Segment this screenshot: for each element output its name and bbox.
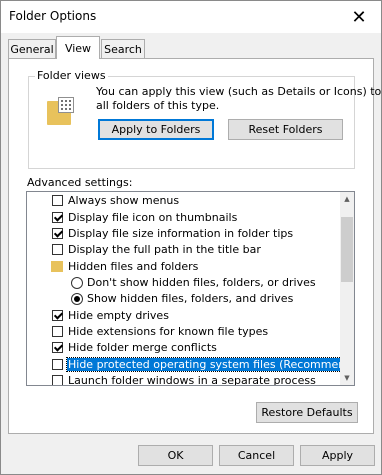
tab-search-label: Search bbox=[104, 43, 142, 56]
tab-view-label: View bbox=[64, 41, 92, 55]
file-icon-thumbnails-checkbox[interactable] bbox=[52, 212, 63, 223]
file-icon-thumbnails-label: Display file icon on thumbnails bbox=[68, 211, 238, 224]
reset-folders-button[interactable]: Reset Folders bbox=[228, 119, 343, 140]
setting-hide-empty-drives[interactable]: Hide empty drives bbox=[27, 308, 340, 324]
file-size-info-label: Display file size information in folder … bbox=[68, 227, 294, 240]
full-path-title-bar-label: Display the full path in the title bar bbox=[68, 243, 261, 256]
reset-folders-label: Reset Folders bbox=[248, 123, 323, 136]
apply-to-folders-label: Apply to Folders bbox=[111, 123, 201, 136]
vertical-scrollbar[interactable]: ▲ ▼ bbox=[340, 192, 354, 385]
window-title: Folder Options bbox=[9, 9, 97, 23]
restore-defaults-label: Restore Defaults bbox=[261, 406, 353, 419]
dont-show-hidden-radio[interactable] bbox=[71, 277, 83, 289]
scroll-up-arrow-icon[interactable]: ▲ bbox=[340, 192, 354, 206]
setting-hide-protected-os-files[interactable]: Hide protected operating system files (R… bbox=[27, 357, 354, 373]
hide-protected-os-files-label: Hide protected operating system files (R… bbox=[65, 357, 354, 372]
launch-separate-process-label: Launch folder windows in a separate proc… bbox=[68, 374, 316, 386]
advanced-settings-label: Advanced settings: bbox=[27, 176, 133, 189]
hide-extensions-label: Hide extensions for known file types bbox=[68, 325, 269, 338]
full-path-title-bar-checkbox[interactable] bbox=[52, 244, 63, 255]
apply-button[interactable]: Apply bbox=[300, 445, 375, 466]
restore-defaults-button[interactable]: Restore Defaults bbox=[256, 402, 358, 423]
folder-options-dialog: Folder Options ✕ General View Search Fol… bbox=[0, 0, 382, 475]
advanced-settings-list[interactable]: Always show menus Display file icon on t… bbox=[26, 191, 355, 386]
cancel-button[interactable]: Cancel bbox=[219, 445, 294, 466]
hide-empty-drives-checkbox[interactable] bbox=[52, 310, 63, 321]
setting-file-icon-thumbnails[interactable]: Display file icon on thumbnails bbox=[27, 210, 340, 226]
file-size-info-checkbox[interactable] bbox=[52, 228, 63, 239]
cancel-label: Cancel bbox=[237, 449, 276, 462]
folder-views-description-line1: You can apply this view (such as Details… bbox=[96, 85, 382, 98]
launch-separate-process-checkbox[interactable] bbox=[52, 375, 63, 385]
scroll-thumb[interactable] bbox=[341, 217, 353, 282]
folder-views-label: Folder views bbox=[35, 69, 108, 82]
hide-merge-conflicts-checkbox[interactable] bbox=[52, 342, 63, 353]
title-bar: Folder Options ✕ bbox=[1, 1, 381, 33]
folder-view-icon bbox=[47, 97, 75, 127]
setting-hidden-files-folder: Hidden files and folders bbox=[27, 259, 340, 275]
folder-icon bbox=[51, 261, 63, 272]
show-hidden-radio[interactable] bbox=[71, 293, 83, 305]
hide-protected-os-files-checkbox[interactable] bbox=[52, 359, 63, 370]
hide-merge-conflicts-label: Hide folder merge conflicts bbox=[68, 341, 217, 354]
setting-hide-extensions[interactable]: Hide extensions for known file types bbox=[27, 324, 340, 340]
dont-show-hidden-label: Don't show hidden files, folders, or dri… bbox=[87, 276, 316, 289]
apply-label: Apply bbox=[321, 449, 354, 462]
ok-label: OK bbox=[167, 449, 184, 462]
setting-launch-separate-process[interactable]: Launch folder windows in a separate proc… bbox=[27, 373, 340, 386]
setting-always-show-menus[interactable]: Always show menus bbox=[27, 193, 340, 209]
close-button[interactable]: ✕ bbox=[337, 1, 381, 33]
hidden-files-folder-label: Hidden files and folders bbox=[68, 260, 199, 273]
apply-to-folders-button[interactable]: Apply to Folders bbox=[98, 119, 214, 140]
setting-full-path-title-bar[interactable]: Display the full path in the title bar bbox=[27, 242, 340, 258]
folder-views-group: Folder views You can apply this view (su… bbox=[28, 69, 381, 169]
setting-hide-merge-conflicts[interactable]: Hide folder merge conflicts bbox=[27, 340, 340, 356]
setting-file-size-info[interactable]: Display file size information in folder … bbox=[27, 226, 340, 242]
folder-views-description-line2: all folders of this type. bbox=[96, 99, 220, 112]
scroll-down-arrow-icon[interactable]: ▼ bbox=[340, 371, 354, 385]
setting-dont-show-hidden[interactable]: Don't show hidden files, folders, or dri… bbox=[27, 275, 340, 291]
always-show-menus-checkbox[interactable] bbox=[52, 195, 63, 206]
ok-button[interactable]: OK bbox=[138, 445, 213, 466]
close-icon: ✕ bbox=[351, 6, 367, 28]
setting-show-hidden[interactable]: Show hidden files, folders, and drives bbox=[27, 291, 340, 307]
tab-general[interactable]: General bbox=[8, 39, 56, 59]
hide-extensions-checkbox[interactable] bbox=[52, 326, 63, 337]
tab-general-label: General bbox=[10, 43, 54, 56]
show-hidden-label: Show hidden files, folders, and drives bbox=[87, 292, 294, 305]
always-show-menus-label: Always show menus bbox=[68, 194, 180, 207]
hide-empty-drives-label: Hide empty drives bbox=[68, 309, 169, 322]
tab-view[interactable]: View bbox=[56, 36, 100, 59]
tab-search[interactable]: Search bbox=[101, 39, 145, 59]
